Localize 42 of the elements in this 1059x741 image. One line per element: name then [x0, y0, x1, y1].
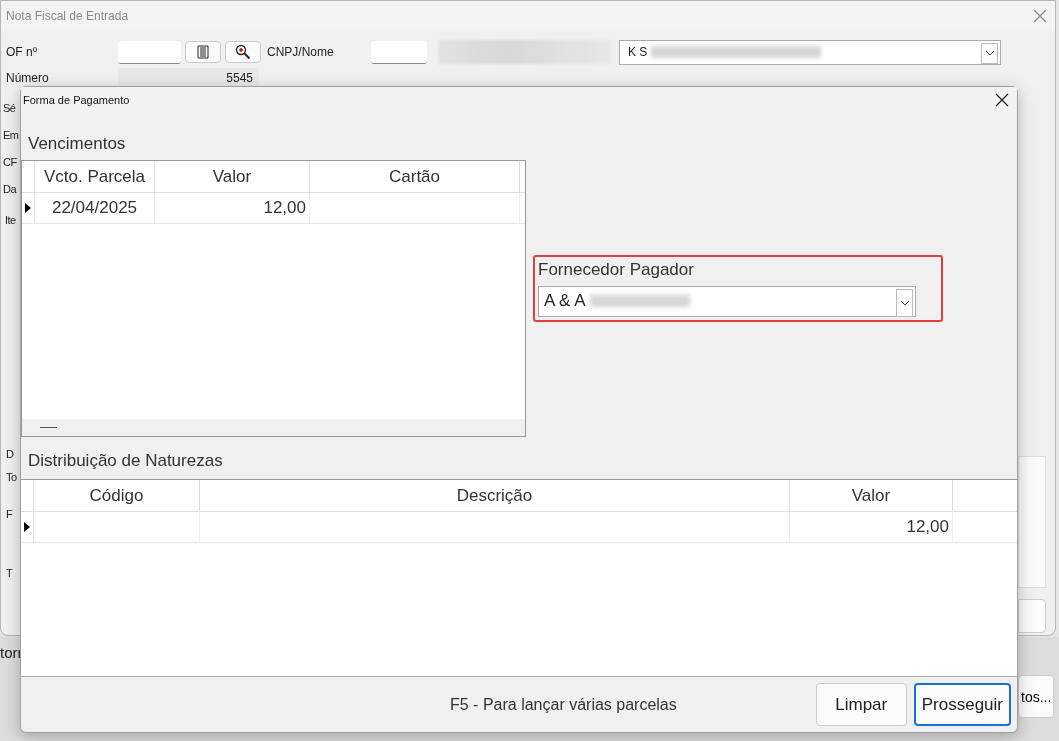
field-label: Sé [3, 102, 16, 116]
window-title: Nota Fiscal de Entrada [6, 9, 129, 23]
table-cell: 22/04/2025 [35, 193, 155, 223]
field-label: Fornecedor Pagador [538, 260, 694, 281]
column-header[interactable]: Descrição [200, 480, 790, 511]
field-label: To [6, 471, 17, 483]
column-header[interactable]: Valor [155, 161, 310, 192]
proceed-button[interactable]: Prosseguir [913, 683, 1011, 726]
list-icon [196, 45, 210, 59]
search-button[interactable] [225, 41, 261, 63]
tab[interactable]: Ite [5, 214, 16, 226]
column-header[interactable]: Vcto. Parcela [35, 161, 155, 192]
supplier-dropdown[interactable]: K S [619, 39, 1001, 65]
field-label: D [6, 448, 14, 460]
field-label: Da [3, 183, 17, 197]
chevron-down-icon [899, 299, 910, 306]
action-button[interactable]: tos... [1018, 675, 1054, 718]
chevron-down-icon [984, 50, 995, 56]
field-label: OF nº [6, 45, 39, 59]
table-cell: 12,00 [790, 512, 953, 542]
field-label: CNPJ/Nome [267, 45, 335, 59]
clear-button[interactable]: Limpar [815, 683, 907, 726]
input-field[interactable] [371, 40, 427, 64]
field-label: F [6, 508, 13, 520]
column-header[interactable]: Código [34, 480, 200, 511]
field-label: Em [3, 129, 19, 143]
field-label: T [6, 567, 13, 579]
payer-dropdown[interactable]: A & A [538, 285, 916, 317]
zoom-in-icon [235, 44, 251, 60]
column-header[interactable]: Valor [790, 480, 953, 511]
section-title: Distribuição de Naturezas [28, 451, 223, 472]
dialog-title: Forma de Pagamento [23, 93, 130, 106]
button[interactable] [1018, 599, 1046, 633]
hint-text: F5 - Para lançar várias parcelas [450, 695, 677, 714]
section-title: Vencimentos [28, 134, 126, 155]
field-label: Número [6, 71, 50, 85]
input-field[interactable] [118, 40, 181, 64]
field-label: CF [3, 156, 17, 170]
close-icon[interactable] [995, 92, 1009, 107]
column-header[interactable]: Cartão [310, 161, 520, 192]
number-field: 5545 [118, 68, 259, 88]
table-cell: 12,00 [155, 193, 310, 223]
